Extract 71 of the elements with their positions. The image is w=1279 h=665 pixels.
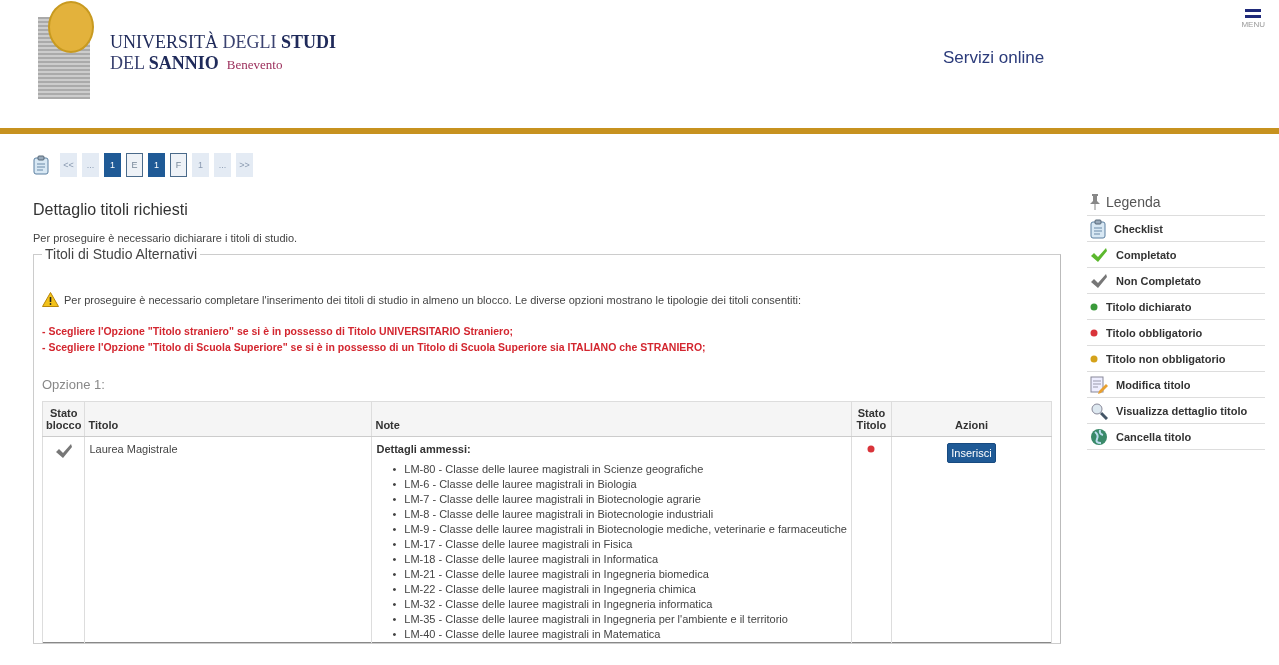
checklist-icon bbox=[1090, 218, 1106, 239]
notes-heading: Dettagli ammessi: bbox=[376, 443, 472, 455]
list-bullet: • bbox=[392, 552, 397, 567]
list-bullet: • bbox=[392, 537, 397, 552]
column-header: Titolo bbox=[84, 401, 372, 437]
list-bullet: • bbox=[392, 462, 397, 477]
column-header: Note bbox=[371, 401, 852, 437]
legend-label: Non Completato bbox=[1116, 274, 1201, 287]
legend-label: Visualizza dettaglio titolo bbox=[1116, 404, 1248, 417]
legend-label: Completato bbox=[1116, 248, 1177, 261]
list-item: LM-17 - Classe delle lauree magistrali in Fisica bbox=[404, 537, 633, 552]
list-item: LM-21 - Classe delle lauree magistrali in Ingegneria biomedica bbox=[404, 567, 709, 582]
legend-label: Titolo non obbligatorio bbox=[1106, 352, 1226, 365]
insert-button[interactable]: Inserisci bbox=[947, 443, 996, 463]
column-header: Stato blocco bbox=[42, 401, 85, 437]
checkmark-icon bbox=[1090, 246, 1108, 263]
intro-text: Per proseguire è necessario dichiarare i titoli di studio. bbox=[33, 232, 299, 244]
step-link[interactable]: 1 bbox=[104, 153, 121, 177]
list-bullet: • bbox=[392, 627, 397, 642]
table-cell: Laurea Magistrale bbox=[84, 436, 372, 643]
step-link[interactable]: E bbox=[126, 153, 143, 177]
list-bullet: • bbox=[392, 597, 397, 612]
list-item: LM-9 - Classe delle lauree magistrali in Biotecnologie mediche, veterinarie e farmaceutiche bbox=[404, 522, 847, 537]
legend-title: Legenda bbox=[1106, 194, 1161, 210]
pin-icon bbox=[1090, 194, 1100, 210]
list-bullet: • bbox=[392, 507, 397, 522]
page-title: Dettaglio titoli richiesti bbox=[33, 201, 189, 219]
legend-label: Cancella titolo bbox=[1116, 430, 1192, 443]
legend-label: Titolo obbligatorio bbox=[1106, 326, 1203, 339]
fieldset-legend: Titoli di Studio Alternativi bbox=[42, 246, 200, 262]
logo-text: UNIVERSITÀ DEGLI STUDI bbox=[110, 31, 336, 52]
list-item: LM-8 - Classe delle lauree magistrali in Biotecnologie industriali bbox=[404, 507, 714, 522]
step-link[interactable]: 1 bbox=[148, 153, 165, 177]
magnifier-icon bbox=[1090, 401, 1108, 420]
list-bullet: • bbox=[392, 477, 397, 492]
list-item: LM-22 - Classe delle lauree magistrali in Ingegneria chimica bbox=[404, 582, 696, 597]
globe-icon bbox=[1090, 427, 1108, 446]
logo-text: DEL SANNIO bbox=[110, 52, 219, 73]
column-header: Stato Titolo bbox=[851, 401, 892, 437]
list-bullet: • bbox=[392, 492, 397, 507]
list-bullet: • bbox=[392, 567, 397, 582]
list-item: LM-32 - Classe delle lauree magistrali in Ingegneria informatica bbox=[404, 597, 713, 612]
step-link[interactable]: ... bbox=[82, 153, 99, 177]
step-link[interactable]: F bbox=[170, 153, 187, 177]
list-bullet: • bbox=[392, 582, 397, 597]
list-item: LM-18 - Classe delle lauree magistrali in Informatica bbox=[404, 552, 659, 567]
step-link[interactable]: ... bbox=[214, 153, 231, 177]
list-bullet: • bbox=[392, 612, 397, 627]
warning-text: Per proseguire è necessario completare l'inserimento dei titoli di studio in almeno un blocco. Le diverse opzioni mostrano le tipologie dei titoli consentiti: bbox=[64, 293, 802, 306]
column-header: Azioni bbox=[891, 401, 1052, 437]
list-item: LM-40 - Classe delle lauree magistrali in Matematica bbox=[404, 627, 661, 642]
step-link[interactable]: >> bbox=[236, 153, 253, 177]
service-title: Servizi online bbox=[943, 48, 1045, 68]
list-item: LM-7 - Classe delle lauree magistrali in Biotecnologie agrarie bbox=[404, 492, 701, 507]
legend-label: Checklist bbox=[1114, 222, 1163, 235]
list-bullet: • bbox=[392, 522, 397, 537]
logo-city: Benevento bbox=[226, 56, 283, 72]
step-link[interactable]: 1 bbox=[192, 153, 209, 177]
checkmark-icon bbox=[1090, 272, 1108, 289]
instruction-text: - Scegliere l'Opzione "Titolo straniero" se si è in possesso di Titolo UNIVERSITARIO Straniero; bbox=[42, 324, 515, 339]
step-link[interactable]: << bbox=[60, 153, 77, 177]
list-item: LM-80 - Classe delle lauree magistrali in Scienze geografiche bbox=[404, 462, 704, 477]
option-label: Opzione 1: bbox=[42, 377, 106, 392]
list-item: LM-35 - Classe delle lauree magistrali in Ingegneria per l'ambiente e il territorio bbox=[404, 612, 788, 627]
edit-icon bbox=[1090, 375, 1108, 394]
legend-label: Titolo dichiarato bbox=[1106, 300, 1192, 313]
menu-button[interactable]: MENU bbox=[1241, 9, 1265, 29]
list-item: LM-6 - Classe delle lauree magistrali in Biologia bbox=[404, 477, 637, 492]
instruction-text: - Scegliere l'Opzione "Titolo di Scuola Superiore" se si è in possesso di un Titolo di Scuola Superiore sia ITALIANO che STRANIERO; bbox=[42, 340, 707, 355]
warning-icon bbox=[42, 292, 59, 307]
legend-label: Modifica titolo bbox=[1116, 378, 1191, 391]
